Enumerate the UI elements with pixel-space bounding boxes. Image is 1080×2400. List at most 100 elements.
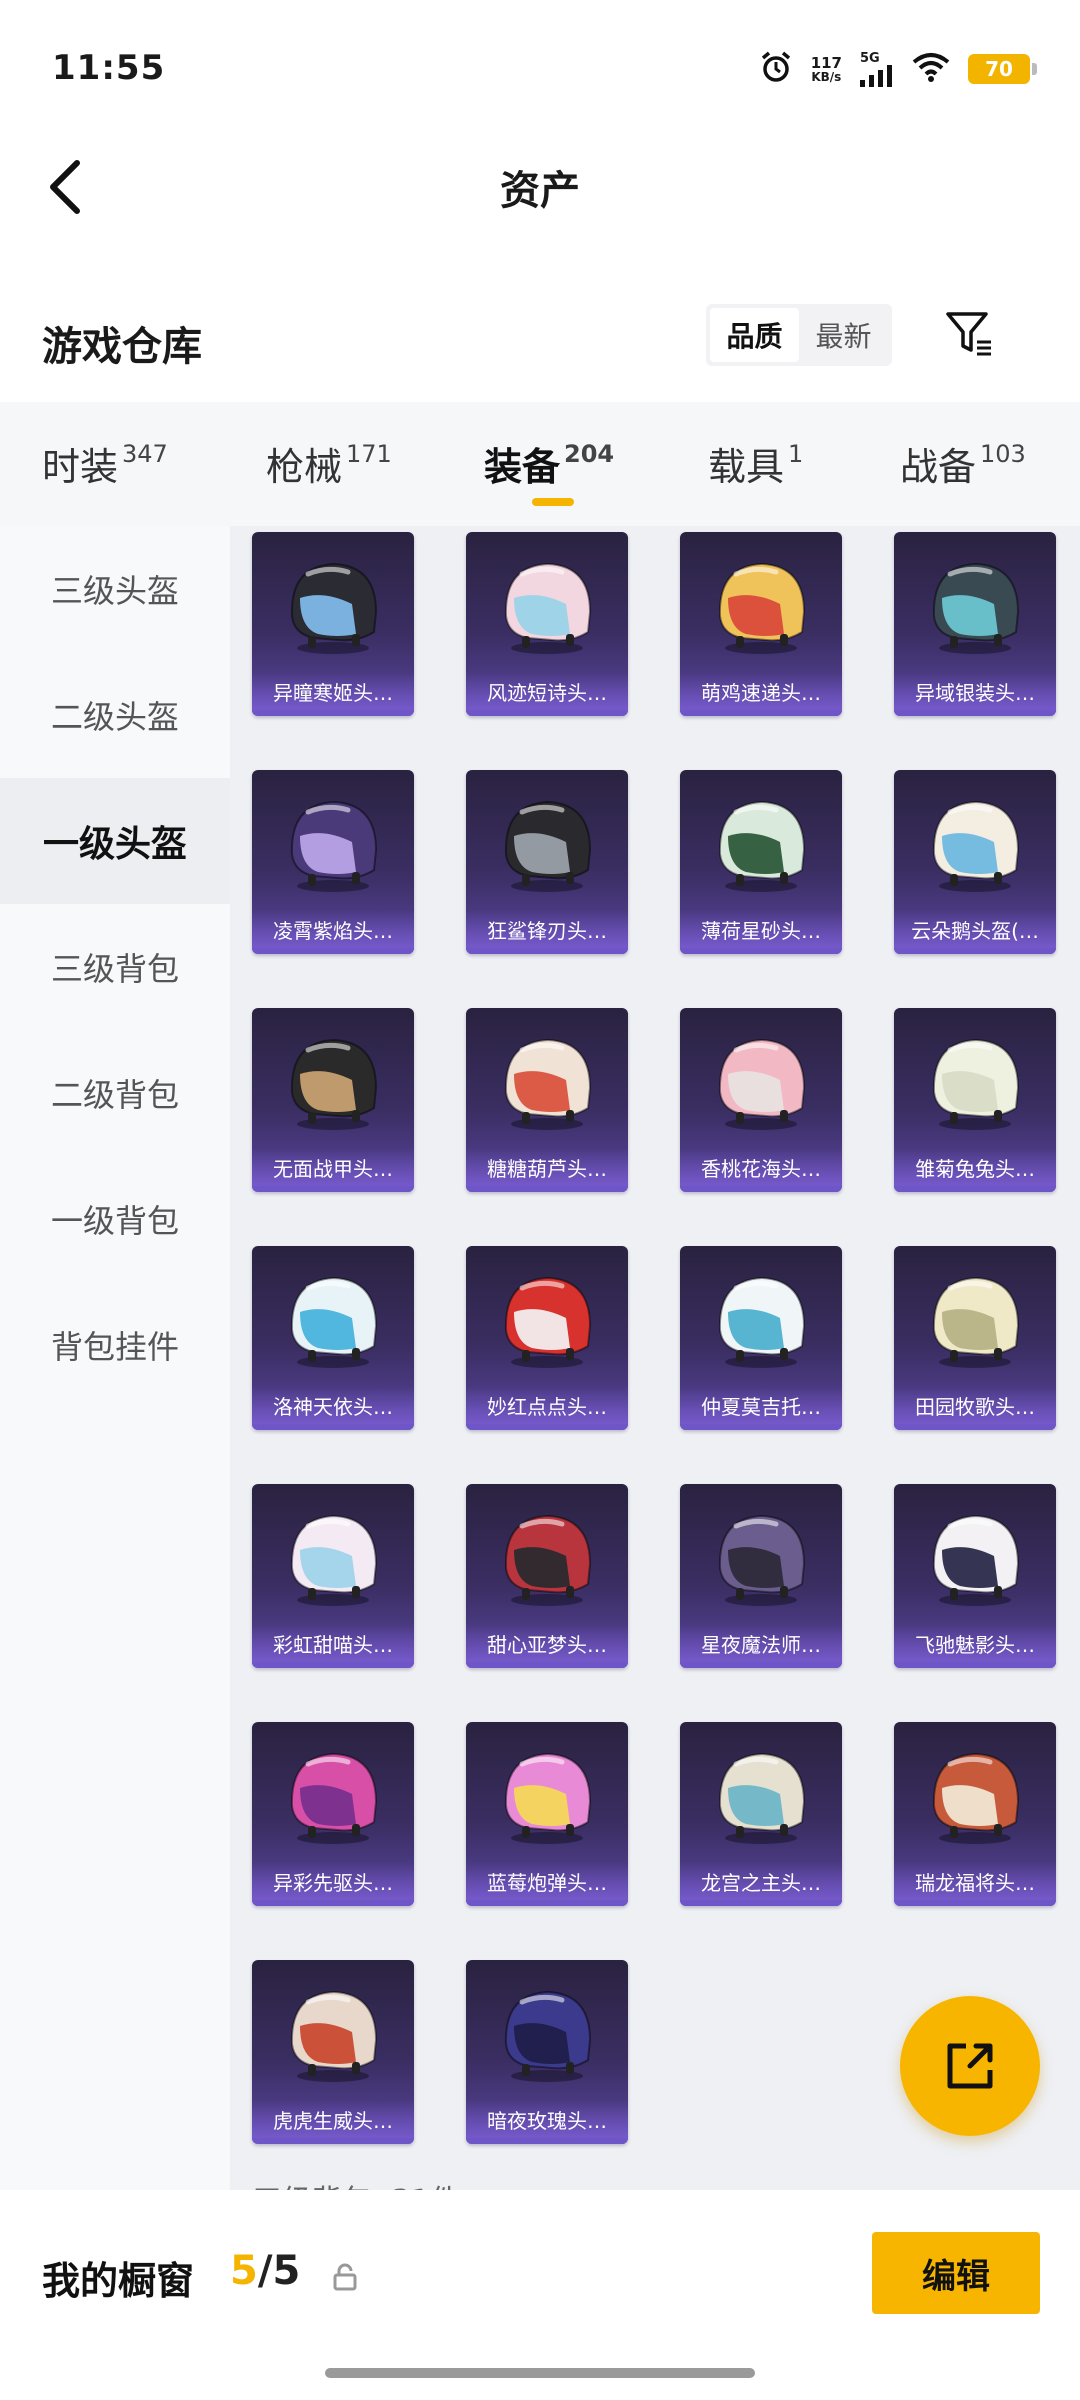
item-card[interactable]: 雏菊兔兔头…	[894, 1008, 1056, 1192]
helmet-icon	[252, 1492, 414, 1622]
item-card[interactable]: 异瞳寒姬头…	[252, 532, 414, 716]
sidebar-item-backpack-charm[interactable]: 背包挂件	[0, 1282, 230, 1408]
item-card[interactable]: 田园牧歌头…	[894, 1246, 1056, 1430]
item-name: 异彩先驱头…	[273, 1871, 393, 1895]
item-name: 无面战甲头…	[273, 1157, 393, 1181]
share-button[interactable]	[900, 1996, 1040, 2136]
card-rarity-bar	[466, 1900, 628, 1906]
tab-count: 204	[564, 440, 615, 468]
sort-quality[interactable]: 品质	[710, 308, 799, 362]
card-rarity-bar	[894, 1900, 1056, 1906]
item-grid: 异瞳寒姬头… 风迹短诗头… 萌鸡速递头… 异域银装头… 凌霄紫焰头… 狂鲨锋刃头… 薄荷星砂…	[252, 532, 1072, 2144]
item-card[interactable]: 云朵鹅头盔(…	[894, 770, 1056, 954]
item-card[interactable]: 凌霄紫焰头…	[252, 770, 414, 954]
helmet-icon	[466, 1968, 628, 2098]
showcase-count: 5/5	[230, 2248, 301, 2294]
item-name: 虎虎生威头…	[273, 2109, 393, 2133]
sidebar-item-lv2-backpack[interactable]: 二级背包	[0, 1030, 230, 1156]
edit-button[interactable]: 编辑	[872, 2232, 1040, 2314]
card-rarity-bar	[466, 1186, 628, 1192]
status-bar: 11:55 117 KB/s 5G 70	[0, 0, 1080, 140]
active-tab-indicator	[532, 498, 574, 506]
helmet-icon	[466, 778, 628, 908]
sidebar-item-lv3-backpack[interactable]: 三级背包	[0, 904, 230, 1030]
showcase-label: 我的橱窗	[42, 2259, 195, 2303]
tab-equipment[interactable]: 装备 204	[484, 436, 614, 491]
item-card[interactable]: 萌鸡速递头…	[680, 532, 842, 716]
tab-count: 347	[122, 440, 168, 468]
tab-count: 1	[788, 440, 804, 468]
tab-count: 171	[346, 440, 392, 468]
item-name: 香桃花海头…	[701, 1157, 821, 1181]
card-rarity-bar	[680, 1424, 842, 1430]
item-name: 云朵鹅头盔(…	[911, 919, 1039, 943]
tab-fashion[interactable]: 时装 347	[42, 436, 168, 491]
item-card[interactable]: 风迹短诗头…	[466, 532, 628, 716]
tab-weapons[interactable]: 枪械 171	[266, 436, 392, 491]
sidebar-item-lv2-helmet[interactable]: 二级头盔	[0, 652, 230, 778]
sort-toggle: 品质 最新	[706, 304, 892, 366]
lock-icon	[333, 2263, 357, 2291]
card-rarity-bar	[252, 710, 414, 716]
title-bar: 资产	[0, 140, 1080, 240]
status-icons: 117 KB/s 5G 70	[759, 50, 1037, 88]
item-card[interactable]: 龙宫之主头…	[680, 1722, 842, 1906]
card-rarity-bar	[894, 948, 1056, 954]
item-name: 飞驰魅影头…	[915, 1633, 1035, 1657]
tab-label: 载具	[708, 445, 785, 489]
tab-supplies[interactable]: 战备 103	[900, 436, 1026, 491]
item-card[interactable]: 蓝莓炮弹头…	[466, 1722, 628, 1906]
item-card[interactable]: 仲夏莫吉托…	[680, 1246, 842, 1430]
item-card[interactable]: 瑞龙福将头…	[894, 1722, 1056, 1906]
sidebar-item-lv3-helmet[interactable]: 三级头盔	[0, 526, 230, 652]
page-title: 资产	[500, 168, 580, 214]
network-type: 5G	[860, 50, 880, 66]
item-card[interactable]: 糖糖葫芦头…	[466, 1008, 628, 1192]
tab-vehicles[interactable]: 载具 1	[708, 436, 803, 491]
helmet-icon	[252, 778, 414, 908]
item-name: 妙红点点头…	[487, 1395, 607, 1419]
item-card[interactable]: 星夜魔法师…	[680, 1484, 842, 1668]
item-card[interactable]: 暗夜玫瑰头…	[466, 1960, 628, 2144]
item-card[interactable]: 异彩先驱头…	[252, 1722, 414, 1906]
item-card[interactable]: 狂鲨锋刃头…	[466, 770, 628, 954]
item-card[interactable]: 无面战甲头…	[252, 1008, 414, 1192]
sort-newest[interactable]: 最新	[799, 308, 888, 362]
item-name: 暗夜玫瑰头…	[487, 2109, 607, 2133]
card-rarity-bar	[466, 710, 628, 716]
item-card[interactable]: 甜心亚梦头…	[466, 1484, 628, 1668]
item-name: 糖糖葫芦头…	[487, 1157, 607, 1181]
card-rarity-bar	[680, 948, 842, 954]
card-rarity-bar	[894, 1662, 1056, 1668]
signal-icon	[860, 64, 892, 87]
item-card[interactable]: 异域银装头…	[894, 532, 1056, 716]
next-section-header: 三级背包: 31件	[252, 2176, 460, 2190]
item-card[interactable]: 虎虎生威头…	[252, 1960, 414, 2144]
item-card[interactable]: 彩虹甜喵头…	[252, 1484, 414, 1668]
item-card[interactable]: 薄荷星砂头…	[680, 770, 842, 954]
helmet-icon	[680, 778, 842, 908]
card-rarity-bar	[680, 1662, 842, 1668]
helmet-icon	[894, 1730, 1056, 1860]
item-name: 雏菊兔兔头…	[915, 1157, 1035, 1181]
filter-button[interactable]	[940, 304, 1000, 364]
card-rarity-bar	[252, 2138, 414, 2144]
item-name: 凌霄紫焰头…	[273, 919, 393, 943]
item-name: 彩虹甜喵头…	[273, 1633, 393, 1657]
home-indicator[interactable]	[325, 2368, 755, 2378]
net-speed-unit: KB/s	[811, 69, 842, 84]
tab-label: 枪械	[266, 445, 343, 489]
helmet-icon	[894, 1254, 1056, 1384]
item-card[interactable]: 香桃花海头…	[680, 1008, 842, 1192]
item-card[interactable]: 飞驰魅影头…	[894, 1484, 1056, 1668]
item-name: 星夜魔法师…	[701, 1633, 821, 1657]
item-card[interactable]: 妙红点点头…	[466, 1246, 628, 1430]
helmet-icon	[466, 1016, 628, 1146]
section-title: 游戏仓库	[42, 324, 202, 370]
card-rarity-bar	[466, 1424, 628, 1430]
item-card[interactable]: 洛神天依头…	[252, 1246, 414, 1430]
sidebar-item-lv1-helmet[interactable]: 一级头盔	[0, 778, 230, 904]
filter-icon	[946, 312, 991, 356]
card-rarity-bar	[466, 948, 628, 954]
sidebar-item-lv1-backpack[interactable]: 一级背包	[0, 1156, 230, 1282]
